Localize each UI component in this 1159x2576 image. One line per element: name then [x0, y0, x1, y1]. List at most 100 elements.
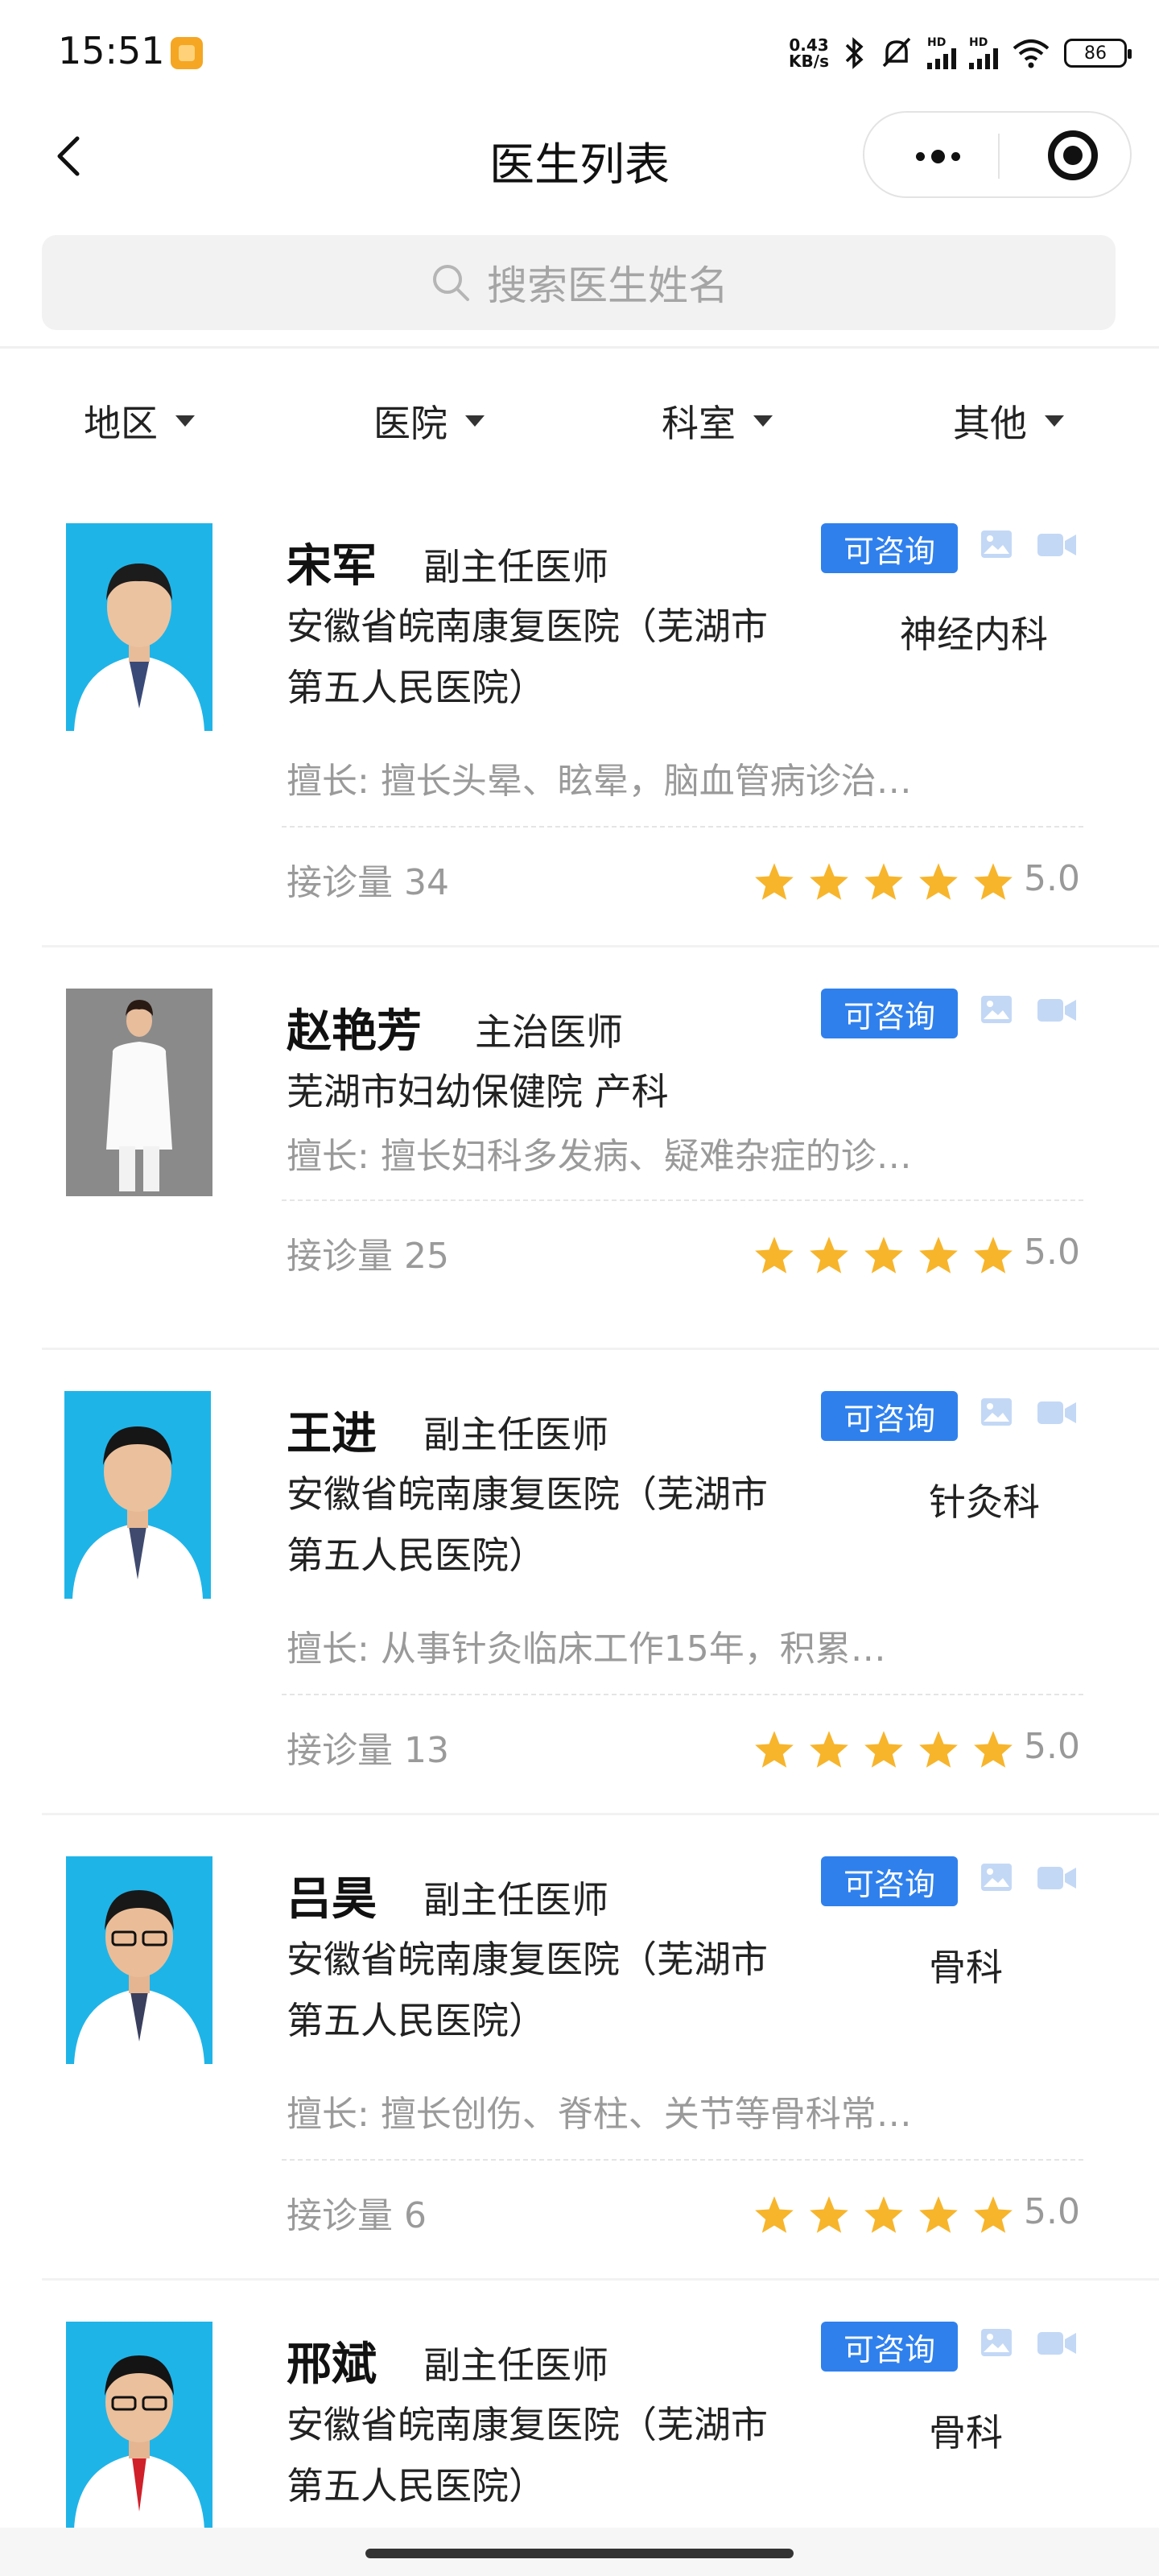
image-consult-icon[interactable]	[980, 1397, 1013, 1426]
rating-value: 5.0	[1024, 858, 1080, 899]
star-icon	[864, 863, 903, 900]
star-rating	[753, 861, 1014, 902]
more-icon[interactable]	[901, 134, 974, 179]
skill-text: 从事针灸临床工作15年，积累…	[380, 1629, 886, 1670]
consult-badge[interactable]: 可咨询	[821, 1856, 958, 1906]
hospital-line-2: 第五人民医院）	[287, 1534, 546, 1577]
search-input[interactable]: 搜索医生姓名	[42, 235, 1116, 330]
filter-department[interactable]: 科室	[662, 394, 773, 448]
card-divider	[42, 945, 1159, 947]
video-consult-icon[interactable]	[1037, 531, 1077, 559]
star-rating	[753, 1235, 1014, 1275]
visit-count: 接诊量 6	[287, 2186, 427, 2238]
rating-value: 5.0	[1024, 2191, 1080, 2232]
home-indicator[interactable]	[365, 2549, 794, 2558]
dashed-divider	[282, 2159, 1083, 2161]
consult-badge[interactable]: 可咨询	[821, 989, 958, 1038]
caret-down-icon	[175, 415, 195, 427]
visits-prefix: 接诊量	[287, 1236, 404, 1277]
star-icon	[919, 1236, 958, 1274]
image-consult-icon[interactable]	[980, 530, 1013, 559]
visits-value: 13	[404, 1730, 449, 1771]
consult-badge[interactable]: 可咨询	[821, 1391, 958, 1441]
doctor-card[interactable]: 赵艳芳 主治医师 可咨询 芜湖市妇幼保健院 产科 擅长: 擅长妇科多发病、疑难杂…	[0, 948, 1159, 1350]
video-consult-icon[interactable]	[1037, 1399, 1077, 1426]
doctor-card[interactable]: 王进 副主任医师 可咨询 安徽省皖南康复医院（芜湖市 第五人民医院） 针灸科 擅…	[0, 1351, 1159, 1815]
visit-count: 接诊量 34	[287, 853, 449, 905]
star-rating	[753, 1729, 1014, 1769]
doctor-title: 主治医师	[475, 1010, 623, 1054]
video-consult-icon[interactable]	[1037, 997, 1077, 1024]
doctor-title: 副主任医师	[423, 545, 608, 588]
hospital-line-2: 第五人民医院）	[287, 1999, 546, 2042]
star-icon	[810, 863, 848, 900]
header-divider	[0, 346, 1159, 349]
capsule-divider	[998, 134, 1000, 179]
doctor-skill: 擅长: 擅长创伤、脊柱、关节等骨科常…	[287, 2085, 1083, 2136]
department: 神经内科	[900, 613, 1048, 656]
doctor-avatar	[64, 1391, 211, 1599]
video-consult-icon[interactable]	[1037, 2330, 1077, 2357]
doctor-name: 邢斌	[287, 2339, 377, 2391]
star-icon	[864, 1236, 903, 1274]
dashed-divider	[282, 1199, 1083, 1201]
doctor-avatar	[66, 989, 212, 1196]
hospital-line-2: 第五人民医院）	[287, 666, 546, 709]
visits-value: 6	[404, 2195, 427, 2236]
doctor-skill: 擅长: 从事针灸临床工作15年，积累…	[287, 1620, 1083, 1671]
status-bar: 15:51 0.43 KB/s HD HD 86	[0, 0, 1159, 105]
doctor-card[interactable]: 邢斌 副主任医师 可咨询 安徽省皖南康复医院（芜湖市 第五人民医院） 骨科	[0, 2281, 1159, 2555]
hospital-line-1: 安徽省皖南康复医院（芜湖市	[287, 2403, 768, 2446]
doctor-avatar	[66, 1856, 212, 2064]
department: 针灸科	[929, 1480, 1040, 1524]
doctor-card[interactable]: 吕昊 副主任医师 可咨询 安徽省皖南康复医院（芜湖市 第五人民医院） 骨科 擅长…	[0, 1816, 1159, 2281]
caret-down-icon	[1045, 415, 1064, 427]
star-icon	[810, 1731, 848, 1768]
doctor-card[interactable]: 宋军 副主任医师 可咨询 安徽省皖南康复医院（芜湖市 第五人民医院） 神经内科 …	[0, 483, 1159, 947]
image-consult-icon[interactable]	[980, 2328, 1013, 2357]
visits-prefix: 接诊量	[287, 1730, 404, 1771]
star-icon	[755, 1236, 794, 1274]
hospital-line-1: 安徽省皖南康复医院（芜湖市	[287, 1472, 768, 1516]
skill-text: 擅长妇科多发病、疑难杂症的诊…	[380, 1136, 912, 1177]
doctor-avatar	[66, 2322, 212, 2529]
doctor-name: 宋军	[287, 540, 377, 592]
caret-down-icon	[465, 415, 485, 427]
star-icon	[864, 2196, 903, 2233]
status-time: 15:51	[58, 29, 165, 72]
visits-prefix: 接诊量	[287, 2195, 404, 2236]
signal-bars-icon	[969, 48, 998, 69]
doctor-skill: 擅长: 擅长头晕、眩晕，脑血管病诊治…	[287, 752, 1083, 803]
visits-value: 25	[404, 1236, 449, 1277]
search-icon	[433, 265, 469, 301]
mini-program-capsule	[863, 111, 1132, 198]
signal-1-tag: HD	[927, 36, 947, 49]
consult-badge[interactable]: 可咨询	[821, 523, 958, 573]
signal-2-tag: HD	[969, 36, 988, 49]
filter-hospital[interactable]: 医院	[373, 394, 485, 448]
doctor-name: 赵艳芳	[287, 1005, 422, 1058]
speed-unit: KB/s	[789, 52, 829, 71]
filter-other[interactable]: 其他	[953, 394, 1064, 448]
filter-department-label: 科室	[662, 402, 736, 445]
department: 骨科	[929, 2411, 1003, 2454]
filter-region-label: 地区	[84, 402, 158, 445]
star-icon	[755, 863, 794, 900]
battery-icon: 86	[1064, 39, 1132, 68]
caret-down-icon	[753, 415, 773, 427]
hospital-line-1: 芜湖市妇幼保健院 产科	[287, 1070, 669, 1113]
star-icon	[755, 2196, 794, 2233]
dashed-divider	[282, 826, 1083, 828]
doctor-skill: 擅长: 擅长妇科多发病、疑难杂症的诊…	[287, 1127, 1083, 1179]
dashed-divider	[282, 1694, 1083, 1695]
close-mini-program-icon[interactable]	[1048, 130, 1098, 180]
video-consult-icon[interactable]	[1037, 1864, 1077, 1892]
nav-bar: 医生列表	[0, 105, 1159, 209]
filter-region[interactable]: 地区	[84, 394, 195, 448]
star-icon	[974, 2196, 1013, 2233]
consult-badge[interactable]: 可咨询	[821, 2322, 958, 2372]
visit-count: 接诊量 25	[287, 1227, 449, 1278]
image-consult-icon[interactable]	[980, 1863, 1013, 1892]
image-consult-icon[interactable]	[980, 995, 1013, 1024]
doctor-title: 副主任医师	[423, 1413, 608, 1456]
